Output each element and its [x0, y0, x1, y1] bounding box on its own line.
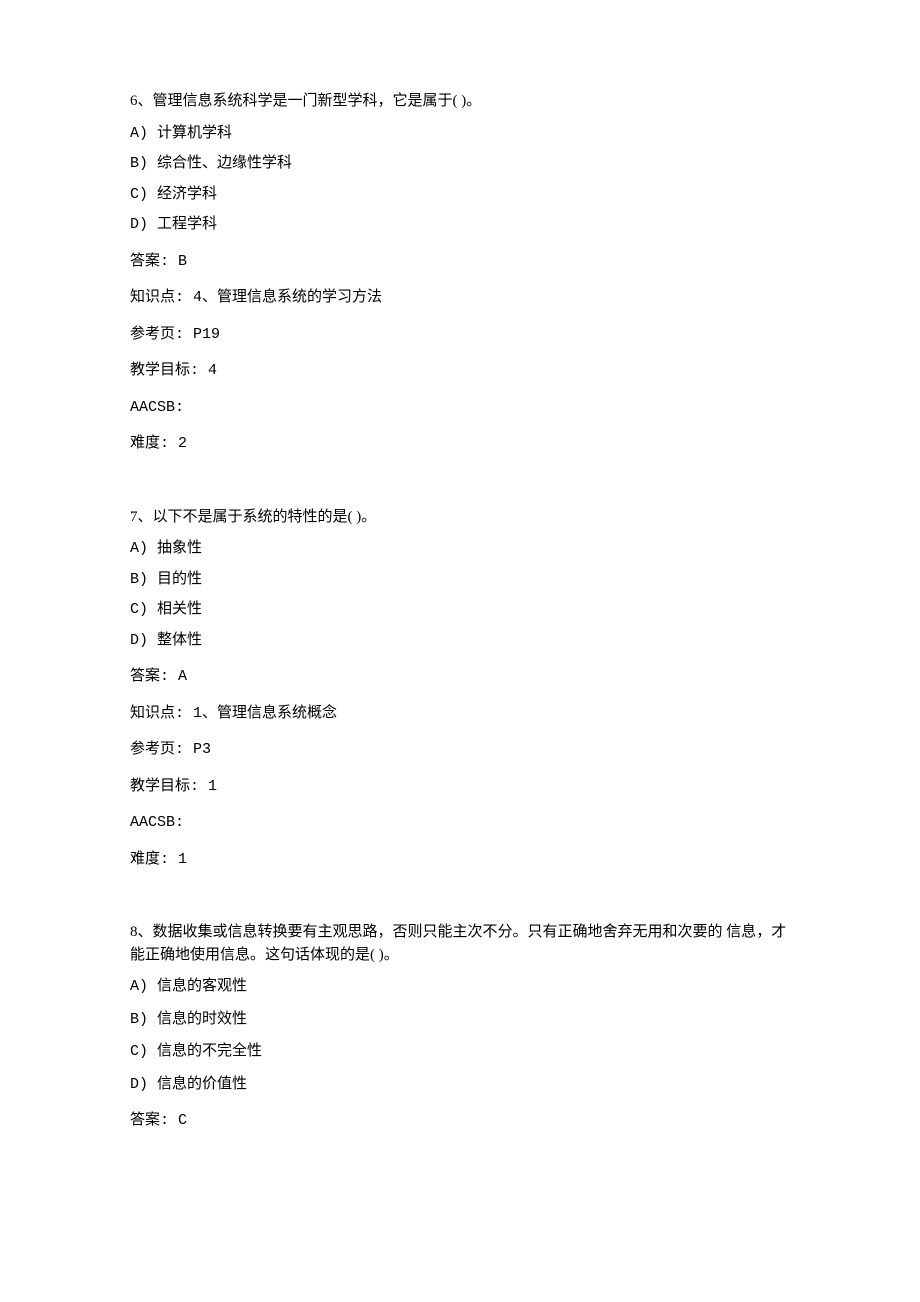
- reference-line: 参考页: P3: [130, 739, 790, 762]
- option-d: D) 整体性: [130, 630, 790, 653]
- answer-line: 答案: A: [130, 666, 790, 689]
- reference-line: 参考页: P19: [130, 324, 790, 347]
- option-c: C) 相关性: [130, 599, 790, 622]
- question-number: 7: [130, 509, 138, 525]
- option-b: B) 综合性、边缘性学科: [130, 153, 790, 176]
- question-text: 、数据收集或信息转换要有主观思路，否则只能主次不分。只有正确地舍弃无用和次要的 …: [130, 924, 786, 963]
- option-a: A) 信息的客观性: [130, 976, 790, 999]
- question-stem: 8、数据收集或信息转换要有主观思路，否则只能主次不分。只有正确地舍弃无用和次要的…: [130, 921, 790, 966]
- knowledge-line: 知识点: 1、管理信息系统概念: [130, 703, 790, 726]
- aacsb-line: AACSB:: [130, 812, 790, 835]
- objective-line: 教学目标: 1: [130, 776, 790, 799]
- question-number: 8: [130, 924, 138, 940]
- question-6: 6、管理信息系统科学是一门新型学科，它是属于( )。 A) 计算机学科 B) 综…: [130, 90, 790, 456]
- question-text: 、管理信息系统科学是一门新型学科，它是属于( )。: [138, 93, 482, 109]
- knowledge-line: 知识点: 4、管理信息系统的学习方法: [130, 287, 790, 310]
- objective-line: 教学目标: 4: [130, 360, 790, 383]
- question-number: 6: [130, 93, 138, 109]
- option-d: D) 信息的价值性: [130, 1074, 790, 1097]
- question-text: 、以下不是属于系统的特性的是( )。: [138, 509, 377, 525]
- option-b: B) 信息的时效性: [130, 1009, 790, 1032]
- question-7: 7、以下不是属于系统的特性的是( )。 A) 抽象性 B) 目的性 C) 相关性…: [130, 506, 790, 872]
- option-a: A) 计算机学科: [130, 123, 790, 146]
- answer-line: 答案: B: [130, 251, 790, 274]
- option-d: D) 工程学科: [130, 214, 790, 237]
- option-a: A) 抽象性: [130, 538, 790, 561]
- question-8: 8、数据收集或信息转换要有主观思路，否则只能主次不分。只有正确地舍弃无用和次要的…: [130, 921, 790, 1133]
- question-stem: 6、管理信息系统科学是一门新型学科，它是属于( )。: [130, 90, 790, 113]
- option-b: B) 目的性: [130, 569, 790, 592]
- answer-line: 答案: C: [130, 1110, 790, 1133]
- question-stem: 7、以下不是属于系统的特性的是( )。: [130, 506, 790, 529]
- difficulty-line: 难度: 1: [130, 849, 790, 872]
- aacsb-line: AACSB:: [130, 397, 790, 420]
- option-c: C) 信息的不完全性: [130, 1041, 790, 1064]
- difficulty-line: 难度: 2: [130, 433, 790, 456]
- option-c: C) 经济学科: [130, 184, 790, 207]
